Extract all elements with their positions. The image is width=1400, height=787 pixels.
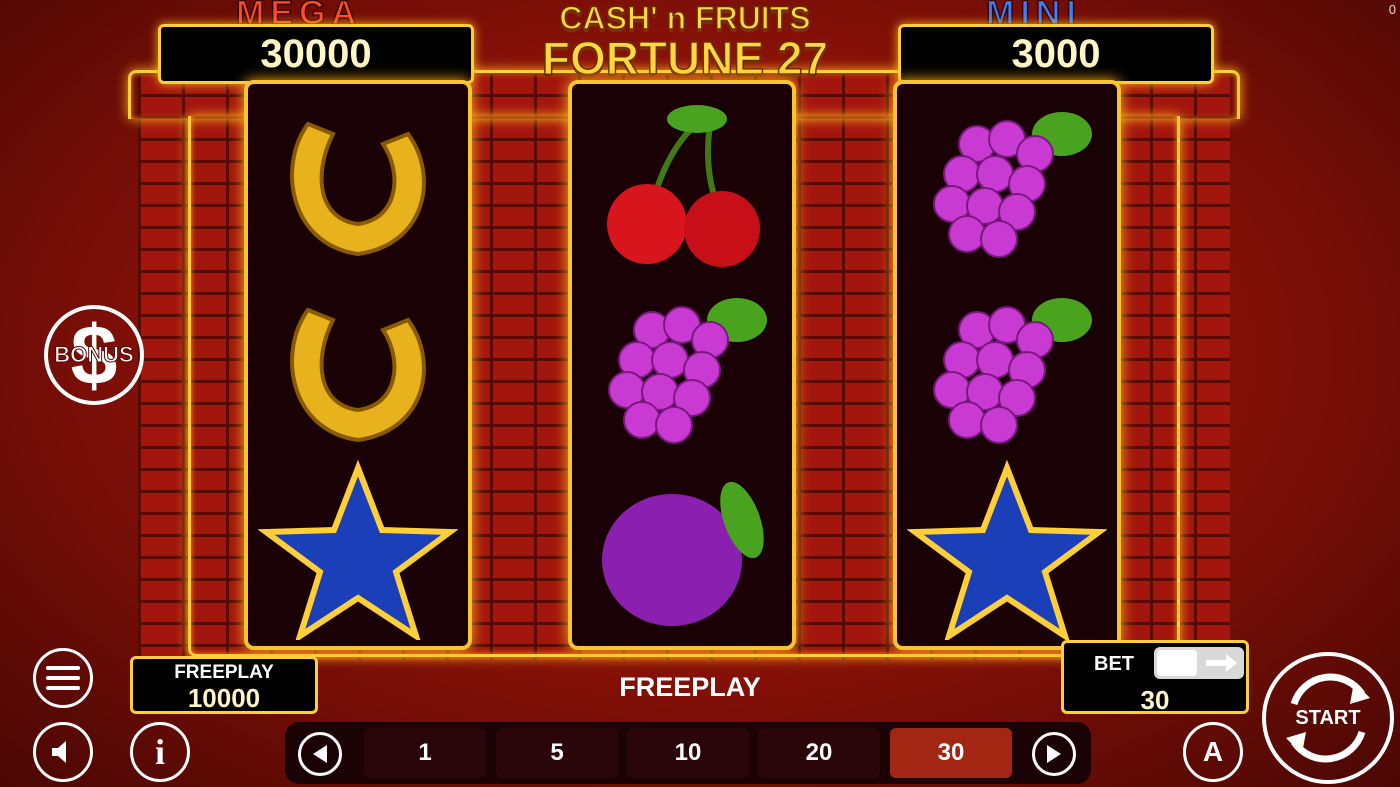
menu-button[interactable]	[33, 648, 93, 708]
bet-option-selected[interactable]: 30	[890, 728, 1012, 778]
title-line1: CASH' n FRUITS	[559, 0, 812, 37]
speaker-icon	[52, 741, 66, 763]
game-logo: CASH' n FRUITS FORTUNE 27	[520, 0, 850, 82]
bet-option[interactable]: 5	[496, 728, 618, 778]
freeplay-label: FREEPLAY	[174, 662, 274, 683]
bet-panel: BET 30	[1061, 640, 1249, 715]
autoplay-icon: A	[1202, 736, 1224, 767]
freeplay-value: 10000	[187, 683, 261, 713]
status-text: FREEPLAY	[619, 672, 761, 702]
bet-option[interactable]: 20	[758, 728, 880, 778]
mini-jackpot: 3000	[898, 24, 1214, 84]
bonus-label: BONUS	[54, 342, 134, 368]
hamburger-icon	[46, 666, 80, 690]
reel-1	[244, 80, 472, 650]
bonus-button[interactable]: $ BONUS	[44, 305, 144, 405]
arrow-right-icon	[1206, 654, 1237, 672]
triangle-left-icon	[313, 745, 327, 763]
autoplay-button[interactable]: A	[1183, 722, 1243, 782]
horseshoe-icon	[290, 307, 426, 443]
bet-option[interactable]: 1	[364, 728, 486, 778]
mega-jackpot: 30000	[158, 24, 474, 84]
horseshoe-icon	[290, 121, 426, 257]
freeplay-panel: FREEPLAY 10000	[130, 656, 318, 714]
info-icon: i	[154, 732, 165, 772]
start-label: START	[1295, 706, 1361, 729]
grapes-icon	[608, 298, 767, 444]
sound-button[interactable]	[33, 722, 93, 782]
start-button[interactable]: START	[1262, 652, 1394, 784]
plum-icon	[602, 481, 764, 626]
mini-value: 3000	[1011, 31, 1101, 76]
mega-value: 30000	[260, 31, 372, 76]
cherry-icon	[607, 105, 760, 267]
triangle-right-icon	[1047, 745, 1061, 763]
grapes-icon	[933, 112, 1092, 258]
bet-next-button[interactable]	[1032, 732, 1076, 776]
bet-option[interactable]: 10	[627, 728, 749, 778]
bet-prev-button[interactable]	[298, 732, 342, 776]
info-button[interactable]: i	[130, 722, 190, 782]
title-line2: FORTUNE 27	[541, 32, 829, 84]
bet-value: 30	[1140, 685, 1170, 715]
blue-star-icon	[258, 460, 458, 640]
bet-label: BET	[1094, 653, 1134, 675]
grapes-icon	[933, 298, 1092, 444]
blue-star-icon	[907, 460, 1107, 640]
bet-toggle[interactable]	[1154, 647, 1244, 679]
reel-3	[893, 80, 1121, 650]
reel-2	[568, 80, 796, 650]
corner-counter: 0	[1388, 2, 1396, 17]
